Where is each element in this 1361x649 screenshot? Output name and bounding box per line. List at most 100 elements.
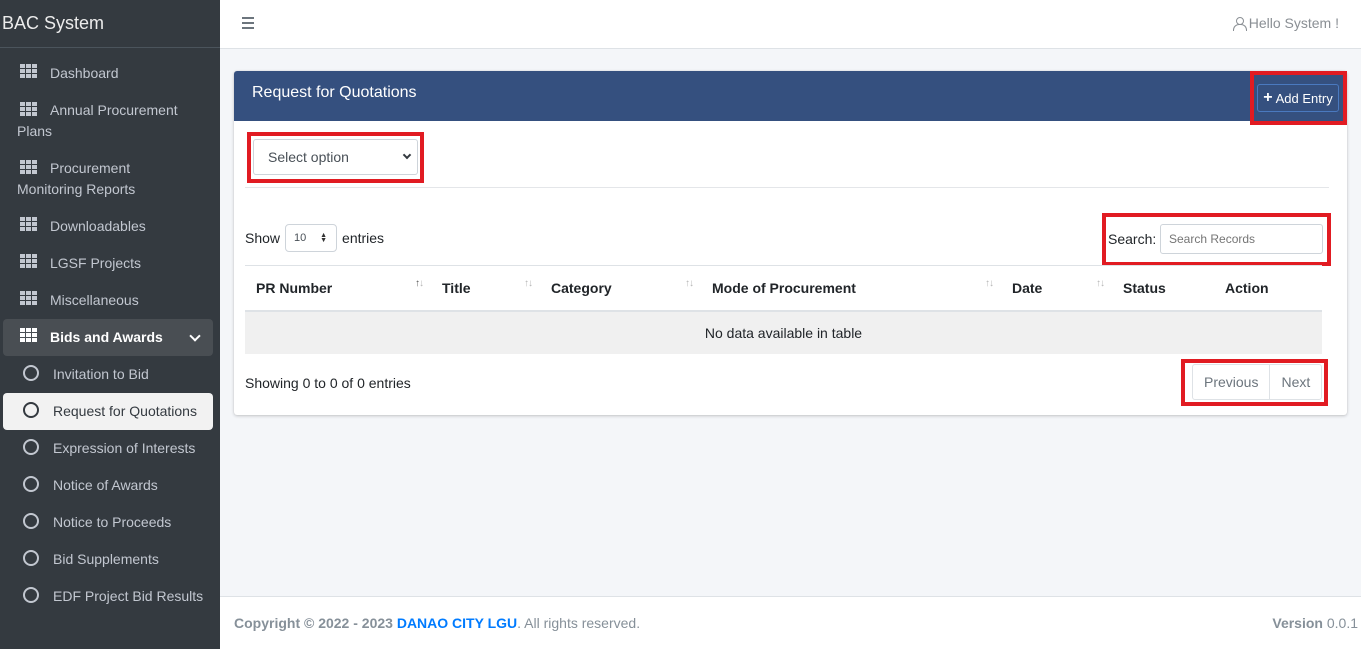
page-title: Request for Quotations [252, 84, 417, 101]
entries-length-control: Show 10 ▲ ▼ entries [245, 224, 384, 252]
column-header-date[interactable]: Date ↑↓ [1001, 265, 1112, 312]
entries-length-select[interactable]: 10 ▲ ▼ [285, 224, 338, 252]
sidebar-item-label: EDF Project Bid Results [53, 588, 204, 604]
sidebar-subitem-request-for-quotations[interactable]: Request for Quotations [3, 393, 213, 430]
filter-select-value: Select option [268, 149, 349, 165]
sidebar-item-label: Expression of Interests [53, 440, 196, 456]
sidebar-item-dashboard[interactable]: Dashboard [3, 55, 213, 92]
sidebar-item-lgsf-projects[interactable]: LGSF Projects [3, 245, 213, 282]
chevron-down-icon [189, 330, 201, 342]
table-grid-icon [20, 328, 38, 344]
sidebar-item-label: Downloadables [50, 218, 146, 234]
search-input[interactable] [1160, 224, 1323, 254]
user-greeting: Hello System ! [1248, 15, 1339, 31]
table-grid-icon [20, 64, 38, 80]
next-page-button[interactable]: Next [1269, 365, 1321, 399]
search-label: Search: [1108, 231, 1157, 247]
top-navbar: Hello System ! [220, 0, 1361, 49]
sidebar-item-miscellaneous[interactable]: Miscellaneous [3, 282, 213, 319]
user-menu[interactable]: Hello System ! [1232, 15, 1339, 31]
sidebar-subitem-bid-supplements[interactable]: Bid Supplements [3, 541, 213, 578]
table-grid-icon [20, 291, 38, 307]
pagination: Previous Next [1192, 364, 1323, 400]
divider [245, 187, 1329, 188]
column-header-status: Status [1112, 265, 1214, 312]
table-grid-icon [20, 254, 38, 270]
table-grid-icon [20, 217, 38, 233]
circle-icon [23, 550, 39, 566]
table-header-row: PR Number ↑↓ Title ↑↓ Category ↑↓ Mode of P… [245, 265, 1322, 312]
table-grid-icon [20, 102, 38, 118]
entries-label: entries [342, 230, 385, 246]
circle-icon [23, 365, 39, 381]
sidebar-nav: Dashboard Annual Procurement Plans Procu… [0, 48, 220, 615]
sidebar-subitem-edf-project-bid-results[interactable]: EDF Project Bid Results [3, 578, 213, 615]
show-label: Show [245, 230, 281, 246]
user-icon [1232, 16, 1247, 31]
previous-page-button[interactable]: Previous [1193, 365, 1269, 399]
sort-icon: ↑↓ [524, 278, 533, 289]
org-link[interactable]: DANAO CITY LGU [397, 615, 517, 631]
column-header-category[interactable]: Category ↑↓ [540, 265, 701, 312]
sidebar-item-label-line2: Monitoring Reports [17, 181, 136, 197]
column-header-action: Action [1214, 265, 1322, 312]
column-header-mode-of-procurement[interactable]: Mode of Procurement ↑↓ [701, 265, 1001, 312]
sidebar-item-label: Procurement [50, 160, 131, 176]
sidebar-subitem-invitation-to-bid[interactable]: Invitation to Bid [3, 356, 213, 393]
sidebar-item-label-line2: Plans [17, 123, 53, 139]
sidebar-item-label: LGSF Projects [50, 255, 142, 271]
circle-icon [23, 513, 39, 529]
table-grid-icon [20, 160, 38, 176]
sidebar-item-label: Miscellaneous [50, 292, 139, 308]
sidebar-subitem-notice-of-awards[interactable]: Notice of Awards [3, 467, 213, 504]
updown-icon: ▲ ▼ [320, 232, 328, 244]
highlight-box: + Add Entry [1250, 71, 1347, 125]
sidebar-subitem-notice-to-proceeds[interactable]: Notice to Proceeds [3, 504, 213, 541]
copyright: Copyright © 2022 - 2023 DANAO CITY LGU. … [234, 615, 640, 631]
card-header: Request for Quotations + Add Entry [234, 71, 1347, 125]
sidebar-item-bids-and-awards[interactable]: Bids and Awards [3, 319, 213, 356]
sort-icon: ↑↓ [1096, 278, 1105, 289]
sidebar-item-label: Dashboard [50, 65, 119, 81]
rfq-card: Request for Quotations + Add Entry Selec… [234, 71, 1347, 415]
sidebar-item-label: Annual Procurement [50, 102, 178, 118]
entries-length-value: 10 [294, 232, 307, 244]
table-info: Showing 0 to 0 of 0 entries [245, 375, 411, 391]
filter-select[interactable]: Select option [253, 139, 418, 175]
sidebar-item-label: Invitation to Bid [53, 366, 149, 382]
empty-table-message: No data available in table [245, 310, 1322, 354]
sidebar-item-label: Bids and Awards [50, 329, 163, 345]
brand-title[interactable]: BAC System [0, 0, 220, 48]
hamburger-menu-icon[interactable] [242, 17, 254, 29]
highlight-box: Previous Next [1181, 359, 1328, 406]
sidebar-subitem-expression-of-interests[interactable]: Expression of Interests [3, 430, 213, 467]
sort-icon: ↑↓ [685, 278, 694, 289]
sidebar-item-label: Notice to Proceeds [53, 514, 172, 530]
highlight-box: Select option [247, 132, 424, 183]
circle-icon [23, 587, 39, 603]
sidebar-item-annual-procurement-plans[interactable]: Annual Procurement Plans [3, 92, 213, 150]
highlight-box: Search: [1102, 213, 1331, 266]
sidebar-item-label: Bid Supplements [53, 551, 159, 567]
table-row: No data available in table [245, 310, 1322, 354]
version: Version 0.0.1 [1272, 615, 1358, 631]
footer: Copyright © 2022 - 2023 DANAO CITY LGU. … [220, 596, 1361, 649]
rfq-table: PR Number ↑↓ Title ↑↓ Category ↑↓ Mode of P… [245, 265, 1322, 354]
sidebar-item-downloadables[interactable]: Downloadables [3, 208, 213, 245]
circle-icon [23, 402, 39, 418]
version-label: Version [1272, 615, 1323, 631]
column-header-pr-number[interactable]: PR Number ↑↓ [245, 265, 431, 312]
circle-icon [23, 476, 39, 492]
rights-text: . All rights reserved. [517, 615, 641, 631]
add-entry-label: Add Entry [1275, 90, 1333, 106]
sidebar-item-label: Request for Quotations [53, 403, 197, 419]
plus-icon: + [1263, 89, 1273, 106]
sidebar-item-procurement-monitoring-reports[interactable]: Procurement Monitoring Reports [3, 150, 213, 208]
circle-icon [23, 439, 39, 455]
version-number: 0.0.1 [1326, 615, 1358, 631]
add-entry-button[interactable]: + Add Entry [1257, 84, 1339, 112]
sort-icon: ↑↓ [985, 278, 994, 289]
copyright-text: Copyright © 2022 - 2023 [234, 615, 393, 631]
column-header-title[interactable]: Title ↑↓ [431, 265, 540, 312]
sort-icon: ↑↓ [415, 278, 424, 289]
